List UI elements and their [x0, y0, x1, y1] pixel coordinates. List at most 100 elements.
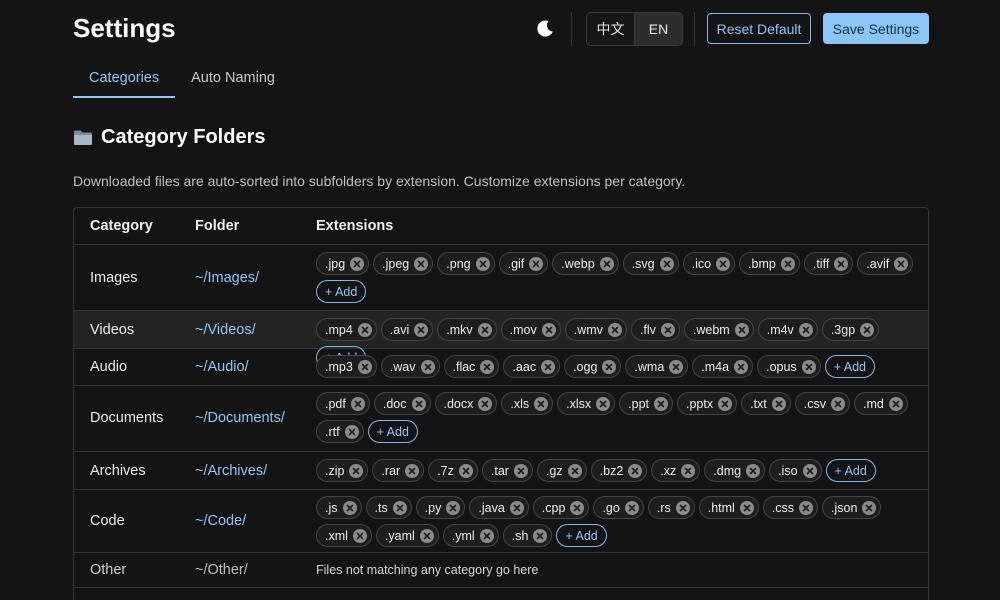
remove-extension-icon[interactable]: [660, 322, 675, 337]
remove-extension-icon[interactable]: [350, 256, 365, 271]
lang-en-button[interactable]: EN: [634, 13, 682, 45]
remove-extension-icon[interactable]: [405, 463, 420, 478]
remove-extension-icon[interactable]: [478, 396, 493, 411]
remove-extension-icon[interactable]: [746, 463, 761, 478]
remove-extension-icon[interactable]: [475, 256, 490, 271]
remove-extension-icon[interactable]: [862, 500, 877, 515]
remove-extension-icon[interactable]: [739, 500, 754, 515]
remove-extension-icon[interactable]: [344, 424, 359, 439]
remove-extension-icon[interactable]: [446, 500, 461, 515]
remove-extension-icon[interactable]: [411, 396, 426, 411]
folder-path[interactable]: ~/Audio/: [195, 359, 249, 375]
extension-label: .ts: [374, 500, 388, 515]
remove-extension-icon[interactable]: [458, 463, 473, 478]
remove-extension-icon[interactable]: [801, 359, 816, 374]
save-settings-button[interactable]: Save Settings: [823, 13, 929, 44]
theme-toggle-button[interactable]: [533, 17, 557, 41]
remove-extension-icon[interactable]: [654, 396, 668, 411]
remove-extension-icon[interactable]: [596, 396, 611, 411]
remove-extension-icon[interactable]: [357, 322, 372, 337]
add-extension-button[interactable]: + Add: [824, 355, 876, 378]
remove-extension-icon[interactable]: [349, 463, 364, 478]
add-extension-button[interactable]: + Add: [367, 420, 418, 443]
remove-extension-icon[interactable]: [780, 256, 795, 271]
remove-extension-icon[interactable]: [357, 359, 372, 374]
remove-extension-icon[interactable]: [716, 256, 731, 271]
remove-extension-icon[interactable]: [860, 322, 875, 337]
remove-extension-icon[interactable]: [834, 256, 849, 271]
remove-extension-icon[interactable]: [599, 256, 614, 271]
folder-path[interactable]: ~/Documents/: [195, 410, 285, 426]
extension-chip: .m4a: [692, 355, 754, 378]
remove-extension-icon[interactable]: [477, 322, 492, 337]
remove-extension-icon[interactable]: [681, 463, 696, 478]
extension-label: .aac: [512, 359, 537, 374]
remove-extension-icon[interactable]: [607, 322, 622, 337]
add-extension-button[interactable]: + Add: [316, 280, 367, 303]
remove-extension-icon[interactable]: [628, 463, 643, 478]
remove-extension-icon[interactable]: [480, 359, 495, 374]
remove-extension-icon[interactable]: [718, 396, 733, 411]
remove-extension-icon[interactable]: [419, 528, 434, 543]
tab-categories[interactable]: Categories: [73, 60, 176, 98]
extension-label: .go: [602, 500, 620, 515]
remove-extension-icon[interactable]: [624, 500, 639, 515]
remove-extension-icon[interactable]: [799, 500, 814, 515]
extension-label: .flac: [452, 359, 476, 374]
column-header-category: Category: [90, 218, 153, 234]
remove-extension-icon[interactable]: [734, 322, 749, 337]
extension-label: .xls: [510, 396, 530, 411]
remove-extension-icon[interactable]: [675, 500, 690, 515]
remove-extension-icon[interactable]: [567, 463, 582, 478]
extension-label: .yml: [451, 528, 475, 543]
extension-label: .cpp: [541, 500, 566, 515]
extension-label: .mkv: [446, 322, 473, 337]
remove-extension-icon[interactable]: [529, 256, 544, 271]
remove-extension-icon[interactable]: [350, 396, 365, 411]
add-extension-button[interactable]: + Add: [825, 459, 876, 482]
remove-extension-icon[interactable]: [771, 396, 786, 411]
extension-chip: .rtf: [316, 420, 364, 443]
folder-path[interactable]: ~/Videos/: [195, 322, 256, 338]
folder-path[interactable]: ~/Code/: [195, 513, 246, 529]
remove-extension-icon[interactable]: [342, 500, 357, 515]
extension-chip: .zip: [316, 459, 369, 482]
remove-extension-icon[interactable]: [479, 528, 494, 543]
extension-label: .rtf: [325, 424, 340, 439]
remove-extension-icon[interactable]: [894, 256, 909, 271]
remove-extension-icon[interactable]: [831, 396, 846, 411]
remove-extension-icon[interactable]: [420, 359, 435, 374]
remove-extension-icon[interactable]: [602, 359, 617, 374]
extension-chip: .doc: [373, 392, 431, 415]
remove-extension-icon[interactable]: [352, 528, 367, 543]
remove-extension-icon[interactable]: [802, 463, 817, 478]
extension-label: .html: [707, 500, 735, 515]
remove-extension-icon[interactable]: [541, 359, 556, 374]
folder-path: ~/Other/: [195, 562, 248, 578]
remove-extension-icon[interactable]: [888, 396, 903, 411]
remove-extension-icon[interactable]: [570, 500, 585, 515]
remove-extension-icon[interactable]: [541, 322, 556, 337]
table-row: Images ~/Images/ .jpg .jpeg .png .gif .webp .sv…: [74, 245, 928, 311]
tab-auto-naming[interactable]: Auto Naming: [175, 60, 291, 98]
add-extension-button[interactable]: + Add: [556, 524, 607, 547]
remove-extension-icon[interactable]: [669, 359, 684, 374]
remove-extension-icon[interactable]: [414, 322, 429, 337]
reset-default-button[interactable]: Reset Default: [707, 13, 811, 44]
lang-zh-button[interactable]: 中文: [587, 13, 634, 45]
remove-extension-icon[interactable]: [659, 256, 674, 271]
section-description: Downloaded files are auto-sorted into su…: [73, 173, 686, 189]
remove-extension-icon[interactable]: [534, 396, 549, 411]
remove-extension-icon[interactable]: [533, 528, 548, 543]
folder-path[interactable]: ~/Archives/: [195, 463, 267, 479]
remove-extension-icon[interactable]: [798, 322, 813, 337]
category-name: Other: [90, 562, 127, 578]
remove-extension-icon[interactable]: [414, 256, 429, 271]
remove-extension-icon[interactable]: [513, 463, 528, 478]
remove-extension-icon[interactable]: [392, 500, 407, 515]
extension-label: .flv: [639, 322, 656, 337]
remove-extension-icon[interactable]: [509, 500, 524, 515]
folder-path[interactable]: ~/Images/: [195, 270, 259, 286]
remove-extension-icon[interactable]: [734, 359, 749, 374]
extension-chip: .png: [437, 252, 495, 275]
